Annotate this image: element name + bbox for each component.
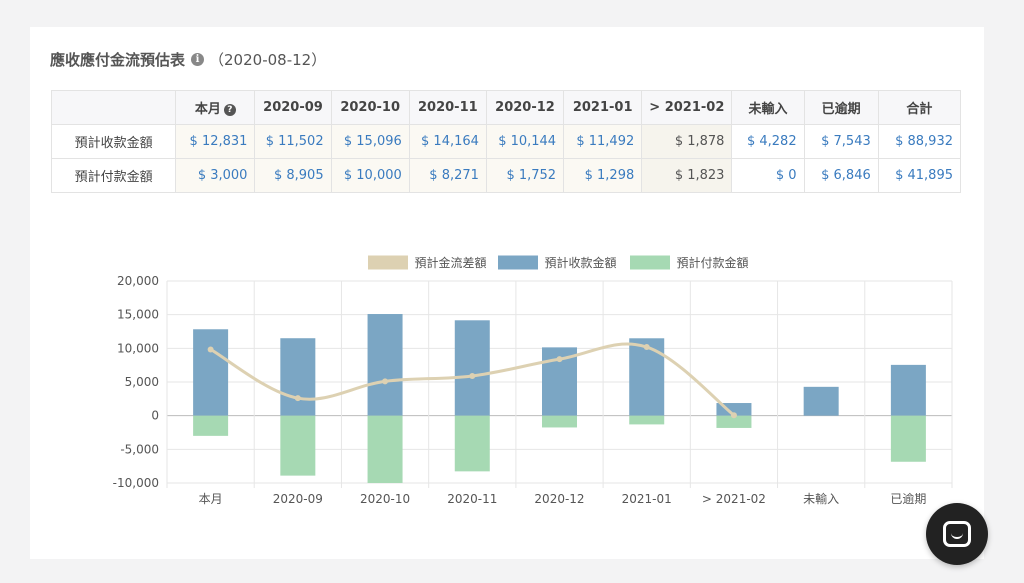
diff-point bbox=[294, 395, 301, 402]
diff-point bbox=[207, 346, 214, 353]
expense-bar bbox=[280, 415, 316, 476]
x-tick-label: 本月 bbox=[199, 492, 223, 506]
diff-point bbox=[556, 356, 563, 363]
x-tick-label: 已逾期 bbox=[890, 491, 926, 506]
expense-bar bbox=[193, 415, 229, 436]
diff-point bbox=[469, 372, 476, 379]
legend-swatch bbox=[368, 255, 408, 270]
x-tick-label: 未輸入 bbox=[803, 491, 839, 506]
legend-label: 預計付款金額 bbox=[677, 255, 749, 270]
income-bar bbox=[454, 320, 490, 416]
income-bar bbox=[280, 338, 316, 416]
x-tick-label: 2020-10 bbox=[360, 492, 410, 506]
expense-bar bbox=[629, 415, 665, 425]
cashflow-card: 應收應付金流預估表 i （2020-08-12） 本月? 2020-09 202… bbox=[30, 27, 984, 559]
chat-bubble-icon bbox=[943, 521, 971, 547]
y-tick-label: 0 bbox=[151, 409, 159, 423]
y-tick-label: 5,000 bbox=[125, 375, 159, 389]
diff-point bbox=[382, 378, 389, 385]
y-tick-label: 20,000 bbox=[117, 274, 159, 288]
income-bar bbox=[890, 364, 926, 416]
y-tick-label: -5,000 bbox=[120, 442, 159, 456]
expense-bar bbox=[454, 415, 490, 472]
income-bar bbox=[367, 314, 403, 416]
x-tick-label: 2021-01 bbox=[622, 492, 672, 506]
diff-point bbox=[643, 344, 650, 351]
chart-area: 20,000 15,000 10,000 5,000 0 -5,000 -10,000 本月 2… bbox=[30, 27, 984, 559]
y-tick-label: 15,000 bbox=[117, 308, 159, 322]
legend-swatch bbox=[630, 255, 670, 270]
y-tick-label: -10,000 bbox=[113, 476, 159, 490]
diff-point bbox=[730, 412, 737, 419]
y-tick-label: 10,000 bbox=[117, 341, 159, 355]
x-tick-label: 2020-09 bbox=[273, 492, 323, 506]
expense-bar bbox=[367, 415, 403, 483]
chat-button[interactable] bbox=[926, 503, 988, 565]
income-bar bbox=[803, 386, 839, 416]
legend-label: 預計收款金額 bbox=[545, 255, 617, 270]
x-tick-label: 2020-11 bbox=[447, 492, 497, 506]
legend-label: 預計金流差額 bbox=[415, 255, 487, 270]
cashflow-chart: 20,000 15,000 10,000 5,000 0 -5,000 -10,000 本月 2… bbox=[113, 255, 953, 506]
expense-bar bbox=[542, 415, 577, 428]
income-bar bbox=[193, 329, 229, 416]
x-tick-label: > 2021-02 bbox=[702, 492, 766, 506]
x-tick-label: 2020-12 bbox=[534, 492, 584, 506]
legend-swatch bbox=[498, 255, 538, 270]
expense-bar bbox=[890, 415, 926, 462]
